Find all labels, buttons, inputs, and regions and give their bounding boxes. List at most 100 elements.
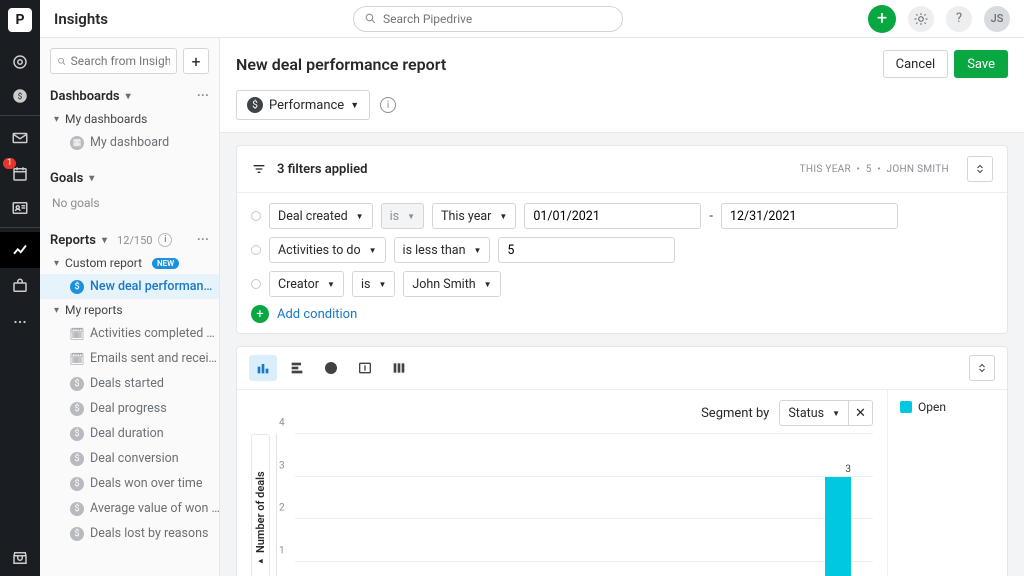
nav-leads[interactable] xyxy=(0,44,40,80)
bar-value-label: 3 xyxy=(845,464,851,475)
insights-search-input[interactable] xyxy=(71,54,170,68)
report-item[interactable]: $Deal conversion xyxy=(40,446,219,471)
segment-clear-button[interactable]: ✕ xyxy=(849,400,873,426)
filter-row-1: Deal created▼ is▼ This year▼ - xyxy=(251,203,993,229)
nav-contacts[interactable] xyxy=(0,192,40,228)
my-reports-group[interactable]: My reports xyxy=(40,299,219,321)
dollar-icon: $ xyxy=(70,402,84,416)
reports-info-icon[interactable]: i xyxy=(158,233,172,247)
report-item[interactable]: $Deals lost by reasons xyxy=(40,521,219,546)
page-title: Insights xyxy=(54,10,108,28)
chart-card: Segment by Status▼ ✕ ▸Number of deals xyxy=(236,346,1008,576)
report-item[interactable]: $Average value of won … xyxy=(40,496,219,521)
nav-insights[interactable] xyxy=(0,232,40,268)
nav-more[interactable] xyxy=(0,304,40,340)
goals-section[interactable]: Goals xyxy=(40,167,219,190)
dashboard-item[interactable]: ▦ My dashboard xyxy=(40,130,219,155)
calendar-icon: 🗓 xyxy=(70,327,84,341)
dashboards-section[interactable]: Dashboards ··· xyxy=(40,84,219,108)
filter-user-select[interactable]: John Smith▼ xyxy=(403,271,500,297)
cancel-button[interactable]: Cancel xyxy=(883,50,949,78)
filter-field-select[interactable]: Deal created▼ xyxy=(269,203,373,229)
filter-period-select[interactable]: This year▼ xyxy=(432,203,516,229)
collapse-chart-button[interactable] xyxy=(969,355,995,381)
filter-field-select[interactable]: Activities to do▼ xyxy=(269,237,386,263)
legend-swatch xyxy=(900,401,912,413)
add-condition-button[interactable]: + Add condition xyxy=(251,305,993,323)
reports-section[interactable]: Reports 12/150 i ··· xyxy=(40,228,219,252)
plus-icon: + xyxy=(251,305,269,323)
chart-legend: Open xyxy=(887,390,1007,576)
filter-op-select[interactable]: is less than▼ xyxy=(394,237,491,263)
custom-report-group[interactable]: Custom report NEW xyxy=(40,252,219,274)
chevron-down-icon xyxy=(54,258,59,269)
save-button[interactable]: Save xyxy=(954,50,1008,78)
dollar-icon: $ xyxy=(70,502,84,516)
chart-type-column[interactable] xyxy=(249,355,277,381)
dollar-icon: $ xyxy=(70,377,84,391)
filter-op-select[interactable]: is▼ xyxy=(352,271,395,297)
user-avatar[interactable]: JS xyxy=(984,6,1010,32)
filters-card: 3 filters applied THIS YEAR • 5 • JOHN S… xyxy=(236,145,1008,334)
collapse-filters-button[interactable] xyxy=(967,156,993,182)
chart-type-pie[interactable] xyxy=(317,355,345,381)
connector-dot xyxy=(251,245,261,255)
report-item-selected[interactable]: $ New deal performan… xyxy=(40,274,219,299)
chevron-down-icon xyxy=(54,114,59,125)
report-item[interactable]: 🗓Emails sent and recei… xyxy=(40,346,219,371)
insights-search[interactable] xyxy=(50,48,177,74)
report-item[interactable]: $Deals started xyxy=(40,371,219,396)
chart-type-table[interactable] xyxy=(385,355,413,381)
chevron-down-icon xyxy=(89,173,94,184)
chart-type-bar[interactable] xyxy=(283,355,311,381)
y-axis-label[interactable]: ▸Number of deals xyxy=(251,434,270,576)
report-type-select[interactable]: $ Performance ▼ xyxy=(236,90,370,120)
new-badge: NEW xyxy=(152,258,179,269)
report-item[interactable]: 🗓Activities completed … xyxy=(40,321,219,346)
insights-sidebar: + Dashboards ··· My dashboards ▦ My dash xyxy=(40,38,220,576)
chevron-down-icon xyxy=(54,305,59,316)
nav-deals[interactable]: $ xyxy=(0,80,40,116)
report-title: New deal performance report xyxy=(236,55,883,74)
info-icon[interactable]: i xyxy=(380,97,396,113)
filters-title: 3 filters applied xyxy=(277,162,367,177)
dollar-icon: $ xyxy=(247,97,263,113)
dollar-icon: $ xyxy=(70,477,84,491)
chevron-down-icon xyxy=(102,235,107,246)
chevron-down-icon xyxy=(126,91,131,102)
filter-op-select[interactable]: is▼ xyxy=(381,203,424,229)
filter-field-select[interactable]: Creator▼ xyxy=(269,271,344,297)
filter-date-to[interactable] xyxy=(721,203,898,229)
dollar-icon: $ xyxy=(70,527,84,541)
legend-item[interactable]: Open xyxy=(900,400,995,414)
nav-activities[interactable]: 1 xyxy=(0,156,40,192)
chart-plot: 1 2 3 4 3 xyxy=(276,434,873,576)
help-icon[interactable]: ? xyxy=(946,6,972,32)
quick-add-button[interactable]: + xyxy=(868,5,896,33)
report-item[interactable]: $Deal duration xyxy=(40,421,219,446)
reports-more-icon[interactable]: ··· xyxy=(197,232,209,248)
add-insight-button[interactable]: + xyxy=(183,48,209,74)
no-goals-text: No goals xyxy=(40,190,219,216)
nav-mail[interactable] xyxy=(0,120,40,156)
nav-marketplace[interactable] xyxy=(0,540,40,576)
global-search[interactable] xyxy=(353,6,623,32)
segment-select[interactable]: Status▼ xyxy=(779,400,849,426)
report-item[interactable]: $Deal progress xyxy=(40,396,219,421)
my-dashboards-group[interactable]: My dashboards xyxy=(40,108,219,130)
app-logo[interactable]: P xyxy=(8,8,32,32)
sales-assistant-icon[interactable] xyxy=(908,6,934,32)
nav-products[interactable] xyxy=(0,268,40,304)
calendar-icon: 🗓 xyxy=(70,352,84,366)
nav-rail: P $ 1 xyxy=(0,0,40,576)
filter-date-from[interactable] xyxy=(524,203,701,229)
dollar-icon: $ xyxy=(70,452,84,466)
filter-value-input[interactable] xyxy=(498,237,675,263)
global-search-input[interactable] xyxy=(383,12,612,26)
chart-bar[interactable] xyxy=(825,477,851,576)
chart-type-scorecard[interactable] xyxy=(351,355,379,381)
filter-row-2: Activities to do▼ is less than▼ xyxy=(251,237,993,263)
report-item[interactable]: $Deals won over time xyxy=(40,471,219,496)
svg-text:$: $ xyxy=(18,91,23,102)
dashboards-more-icon[interactable]: ··· xyxy=(197,88,209,104)
